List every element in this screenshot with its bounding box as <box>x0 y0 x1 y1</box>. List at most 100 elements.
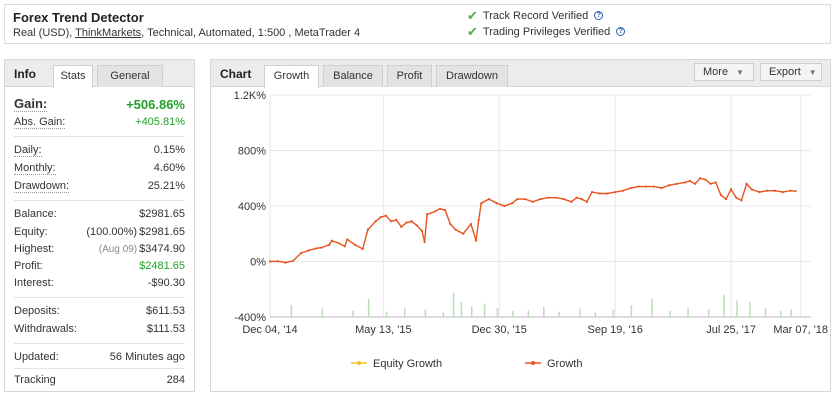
growth-point <box>693 182 697 185</box>
x-tick-label: May 13, '15 <box>355 324 412 336</box>
equity-value: $2981.65 <box>139 226 185 238</box>
growth-point <box>328 243 331 246</box>
interest-label: Interest: <box>14 277 54 289</box>
growth-point <box>598 192 601 195</box>
deposits-label: Deposits: <box>14 305 60 317</box>
volume-bar <box>736 300 738 317</box>
growth-point <box>338 242 341 245</box>
growth-point <box>276 260 279 263</box>
growth-point <box>523 197 527 201</box>
tab-info[interactable]: Info <box>14 67 36 81</box>
growth-point <box>773 189 777 192</box>
account-attributes: , Technical, Automated, 1:500 , MetaTrad… <box>141 27 361 39</box>
highest-label: Highest: <box>14 243 55 255</box>
tab-chart[interactable]: Chart <box>220 67 251 81</box>
info-tabs: Info Stats General <box>5 60 194 88</box>
volume-bar <box>764 308 767 317</box>
growth-point <box>503 204 506 208</box>
growth-point <box>539 197 542 201</box>
volume-bar <box>558 311 561 317</box>
drawdown-row: Drawdown: 25.21% <box>14 178 185 194</box>
tab-balance[interactable]: Balance <box>323 65 383 87</box>
growth-point <box>346 238 349 241</box>
broker-link[interactable]: ThinkMarkets <box>75 27 141 39</box>
growth-point <box>454 228 457 231</box>
growth-point <box>353 243 357 246</box>
growth-point <box>449 222 452 226</box>
volume-bar <box>780 311 782 317</box>
volume-bar <box>452 293 455 317</box>
growth-point <box>724 197 728 201</box>
growth-point <box>405 221 408 224</box>
growth-point <box>320 246 323 249</box>
x-tick-label: Dec 30, '15 <box>472 324 527 336</box>
volume-bar <box>403 308 406 317</box>
y-tick-label: 0% <box>250 257 266 269</box>
tab-drawdown[interactable]: Drawdown <box>436 65 508 87</box>
growth-point <box>740 199 743 202</box>
volume-bar <box>367 299 370 317</box>
growth-point <box>629 186 632 190</box>
divider <box>14 200 185 201</box>
volume-bar <box>424 309 427 317</box>
growth-point <box>699 177 702 180</box>
growth-point <box>547 196 550 199</box>
withdrawals-row: Withdrawals: $111.53 <box>14 321 185 337</box>
growth-point <box>562 197 565 201</box>
volume-bar <box>669 311 671 317</box>
tab-profit[interactable]: Profit <box>387 65 432 87</box>
growth-point <box>410 220 413 223</box>
volume-bar <box>723 294 725 317</box>
growth-point <box>487 197 491 201</box>
growth-point <box>575 196 578 199</box>
growth-point <box>668 184 671 187</box>
divider <box>14 368 185 369</box>
account-type: Real (USD), <box>13 27 76 39</box>
growth-point <box>330 239 333 242</box>
growth-point <box>606 192 609 195</box>
growth-point <box>400 225 403 228</box>
growth-point <box>750 188 753 191</box>
tab-growth[interactable]: Growth <box>264 65 319 88</box>
legend-growth-marker <box>531 361 535 365</box>
account-details: Real (USD), ThinkMarkets, Technical, Aut… <box>13 27 360 39</box>
growth-point <box>379 216 382 219</box>
growth-point <box>660 186 663 190</box>
more-label: More <box>703 66 729 78</box>
tab-general[interactable]: General <box>97 65 163 87</box>
gain-label[interactable]: Gain: <box>14 96 48 112</box>
growth-point <box>585 200 588 203</box>
updated-value: 56 Minutes ago <box>109 351 185 363</box>
growth-point <box>299 252 303 255</box>
daily-label[interactable]: Daily: <box>14 144 42 157</box>
growth-point <box>420 229 424 233</box>
y-tick-label: 1.2K% <box>234 90 267 102</box>
volume-bar <box>442 312 445 317</box>
growth-point <box>794 190 797 193</box>
export-dropdown[interactable]: Export ▼ <box>760 63 822 81</box>
more-dropdown[interactable]: More ▼ <box>694 63 754 81</box>
growth-point <box>469 222 473 226</box>
growth-point <box>374 220 377 223</box>
growth-point <box>366 228 369 231</box>
growth-point <box>361 247 364 251</box>
chart-panel: Chart Growth Balance Profit Drawdown Mor… <box>210 59 831 392</box>
growth-chart[interactable]: 1.2K% 800% 400% 0% -400%Dec 04, '14 May 13, '… <box>211 87 830 392</box>
monthly-label[interactable]: Monthly: <box>14 162 56 175</box>
drawdown-label[interactable]: Drawdown: <box>14 180 70 193</box>
help-icon[interactable]: ? <box>616 27 626 36</box>
growth-point <box>511 202 514 205</box>
growth-point <box>423 240 426 244</box>
account-header: Forex Trend Detector Real (USD), ThinkMa… <box>4 4 831 44</box>
caret-down-icon: ▼ <box>736 67 744 77</box>
caret-down-icon: ▼ <box>808 67 817 77</box>
abs-gain-label[interactable]: Abs. Gain: <box>14 116 66 129</box>
growth-point <box>462 232 465 235</box>
abs-gain-row: Abs. Gain: +405.81% <box>14 114 185 130</box>
legend-growth-label: Growth <box>547 358 582 370</box>
growth-point <box>384 214 388 217</box>
tab-stats[interactable]: Stats <box>53 65 93 88</box>
growth-point <box>477 218 480 221</box>
help-icon[interactable]: ? <box>594 11 604 20</box>
volume-bar <box>687 308 689 317</box>
